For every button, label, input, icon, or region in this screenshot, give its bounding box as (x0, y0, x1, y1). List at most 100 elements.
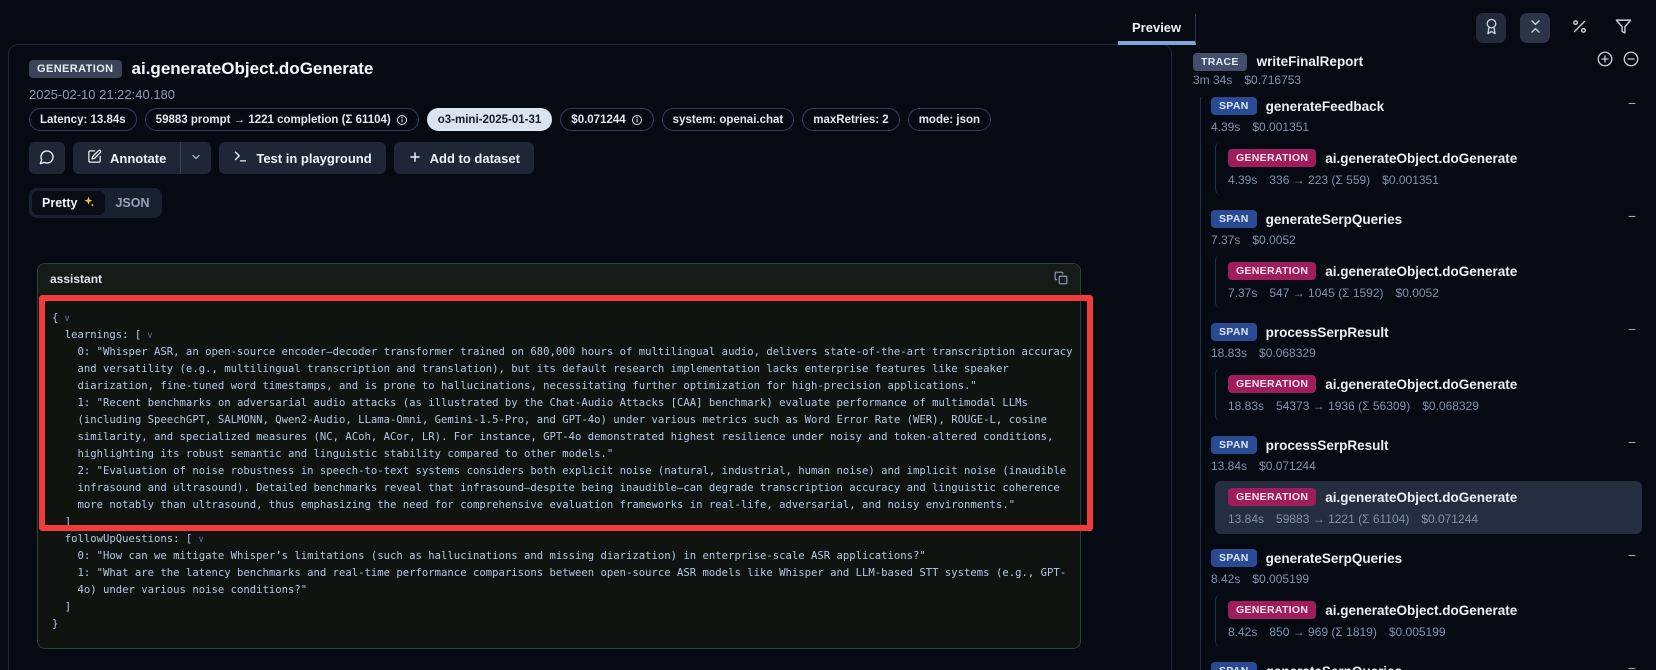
generation-cost: $0.0052 (1396, 286, 1439, 302)
generation-row[interactable]: GENERATIONai.generateObject.doGenerate13… (1215, 481, 1642, 534)
code-line: followUpQuestions: [ ∨ (52, 531, 1066, 548)
metadata-badges: Latency: 13.84s 59883 prompt → 1221 compl… (29, 108, 991, 131)
generation-row[interactable]: GENERATIONai.generateObject.doGenerate4.… (1215, 142, 1642, 195)
span-name: generateSerpQueries (1266, 664, 1403, 670)
badge-label: mode: json (919, 114, 980, 126)
generation-row[interactable]: GENERATION ai.generateObject.doGenerate 8.… (1215, 594, 1642, 647)
code-text: 1: "Recent benchmarks on adversarial aud… (52, 397, 1028, 409)
trace-badge: TRACE (1193, 53, 1247, 71)
span-type-badge: SPAN (1211, 323, 1257, 341)
collapse-toggle[interactable]: − (1628, 208, 1636, 224)
trace-latency: 3m 34s (1193, 73, 1232, 87)
collapse-toggle[interactable]: − (1628, 321, 1636, 337)
comment-button[interactable] (29, 142, 65, 174)
code-text: 0: "How can we mitigate Whisper’s limita… (52, 550, 926, 562)
tab-json[interactable]: JSON (105, 191, 159, 215)
generation-latency: 18.83s (1228, 399, 1264, 415)
filter-button[interactable] (1608, 13, 1638, 43)
code-line: learnings: [ ∨ (52, 327, 1066, 344)
message-role-header: assistant (38, 264, 1080, 294)
sidebar-icon-toolbar (1476, 13, 1638, 43)
code-text: (including SpeechGPT, SALMONN, Qwen2-Aud… (52, 414, 1047, 426)
generation-cost: $0.071244 (1421, 512, 1478, 528)
annotate-button[interactable]: Annotate (73, 142, 181, 174)
span-cost: $0.0052 (1252, 233, 1295, 249)
code-line: 2: "Evaluation of noise robustness in sp… (52, 463, 1066, 480)
span-row[interactable]: SPANprocessSerpResult− (1211, 321, 1648, 343)
span-metrics: 4.39s$0.001351 (1211, 120, 1648, 136)
info-icon[interactable] (631, 114, 643, 126)
collapse-toggle[interactable]: − (1628, 434, 1636, 450)
collapse-caret-icon[interactable]: ∨ (198, 535, 203, 545)
annotate-dropdown-button[interactable] (181, 142, 211, 174)
add-to-dataset-label: Add to dataset (430, 151, 520, 166)
span-latency: 8.42s (1211, 572, 1240, 588)
code-text: followUpQuestions: [ (52, 533, 192, 545)
code-text: learnings: [ (52, 329, 141, 341)
generation-tokens: 336 → 223 (Σ 559) (1269, 173, 1370, 189)
generation-row[interactable]: GENERATIONai.generateObject.doGenerate7.… (1215, 255, 1642, 308)
metadata-badge: $0.071244 (560, 108, 653, 131)
generation-type-badge: GENERATION (1228, 601, 1316, 619)
assistant-message-card: assistant {∨ learnings: [∨ 0: "Whisper A… (37, 263, 1081, 649)
trace-tree-panel: TRACE writeFinalReport 3m 34s $0.716753 … (1193, 0, 1648, 670)
code-text: diarization, fine-tuned word timestamps,… (52, 380, 977, 392)
generation-cost: $0.005199 (1389, 625, 1446, 641)
tab-pretty[interactable]: Pretty (32, 191, 105, 215)
metadata-badge: Latency: 13.84s (29, 108, 137, 131)
generation-title-row: GENERATIONai.generateObject.doGenerate (1228, 260, 1634, 282)
span-row[interactable]: SPANprocessSerpResult− (1211, 434, 1648, 456)
code-line: and versatility (e.g., multilingual tran… (52, 361, 1066, 378)
plus-icon (408, 150, 422, 167)
code-line: highlighting its robust semantic and lin… (52, 446, 1066, 463)
code-text: infrasound and ultrasound). Detailed ben… (52, 482, 1060, 494)
sparkles-icon (82, 195, 95, 211)
code-text: similarity, and specialized measures (NC… (52, 431, 1053, 443)
generation-title-row: GENERATIONai.generateObject.doGenerate (1228, 373, 1634, 395)
add-to-dataset-button[interactable]: Add to dataset (394, 142, 534, 174)
span-row[interactable]: SPANgenerateSerpQueries− (1211, 547, 1648, 569)
collapse-toggle[interactable]: − (1628, 95, 1636, 111)
annotation-queue-button[interactable] (1476, 13, 1506, 43)
span-cost: $0.071244 (1259, 459, 1316, 475)
copy-icon[interactable] (1054, 271, 1068, 288)
collapse-caret-icon[interactable]: ∨ (147, 331, 152, 341)
trace-name: writeFinalReport (1257, 54, 1364, 69)
metadata-badge: maxRetries: 2 (802, 108, 899, 131)
generation-latency: 8.42s (1228, 625, 1257, 641)
tab-preview[interactable]: Preview (1118, 14, 1196, 45)
span-row[interactable]: SPANgenerateSerpQueries− (1211, 208, 1648, 230)
code-line: 1: "Recent benchmarks on adversarial aud… (52, 395, 1066, 412)
badge-label: Latency: 13.84s (40, 114, 126, 126)
code-line: } (52, 616, 1066, 633)
metadata-badge: o3-mini-2025-01-31 (427, 108, 553, 131)
code-line: 4o) under various noise conditions?" (52, 582, 1066, 599)
span-latency: 7.37s (1211, 233, 1240, 249)
square-pen-icon (87, 149, 102, 167)
span-metrics: 18.83s$0.068329 (1211, 346, 1648, 362)
plus-circle-icon[interactable] (1596, 50, 1614, 73)
span-row[interactable]: SPANgenerateFeedback− (1211, 95, 1648, 117)
generation-name: ai.generateObject.doGenerate (1325, 603, 1517, 618)
generation-type-badge: GENERATION (1228, 488, 1316, 506)
trace-root-row[interactable]: TRACE writeFinalReport (1193, 50, 1640, 73)
badge-label: 59883 prompt → 1221 completion (Σ 61104) (156, 114, 391, 126)
annotate-label: Annotate (110, 151, 166, 166)
show-percentages-button[interactable] (1564, 13, 1594, 43)
span-cost: $0.068329 (1259, 346, 1316, 362)
badge-label: o3-mini-2025-01-31 (438, 114, 542, 126)
minus-circle-icon[interactable] (1622, 50, 1640, 73)
code-line: diarization, fine-tuned word timestamps,… (52, 378, 1066, 395)
test-in-playground-button[interactable]: Test in playground (219, 142, 385, 174)
percent-icon (1571, 18, 1588, 38)
collapse-all-button[interactable] (1520, 13, 1550, 43)
generation-row[interactable]: GENERATIONai.generateObject.doGenerate 18… (1215, 368, 1642, 421)
chevron-down-icon (190, 151, 202, 166)
info-icon[interactable] (396, 114, 408, 126)
span-block: SPANgenerateSerpQueries−8.42s$0.005199GE… (1211, 547, 1648, 647)
span-row[interactable]: SPANgenerateSerpQueries− (1211, 660, 1648, 670)
collapse-toggle[interactable]: − (1628, 660, 1636, 670)
collapse-caret-icon[interactable]: ∨ (64, 314, 69, 324)
collapse-toggle[interactable]: − (1628, 547, 1636, 563)
generation-tokens: 54373 → 1936 (Σ 56309) (1276, 399, 1410, 415)
